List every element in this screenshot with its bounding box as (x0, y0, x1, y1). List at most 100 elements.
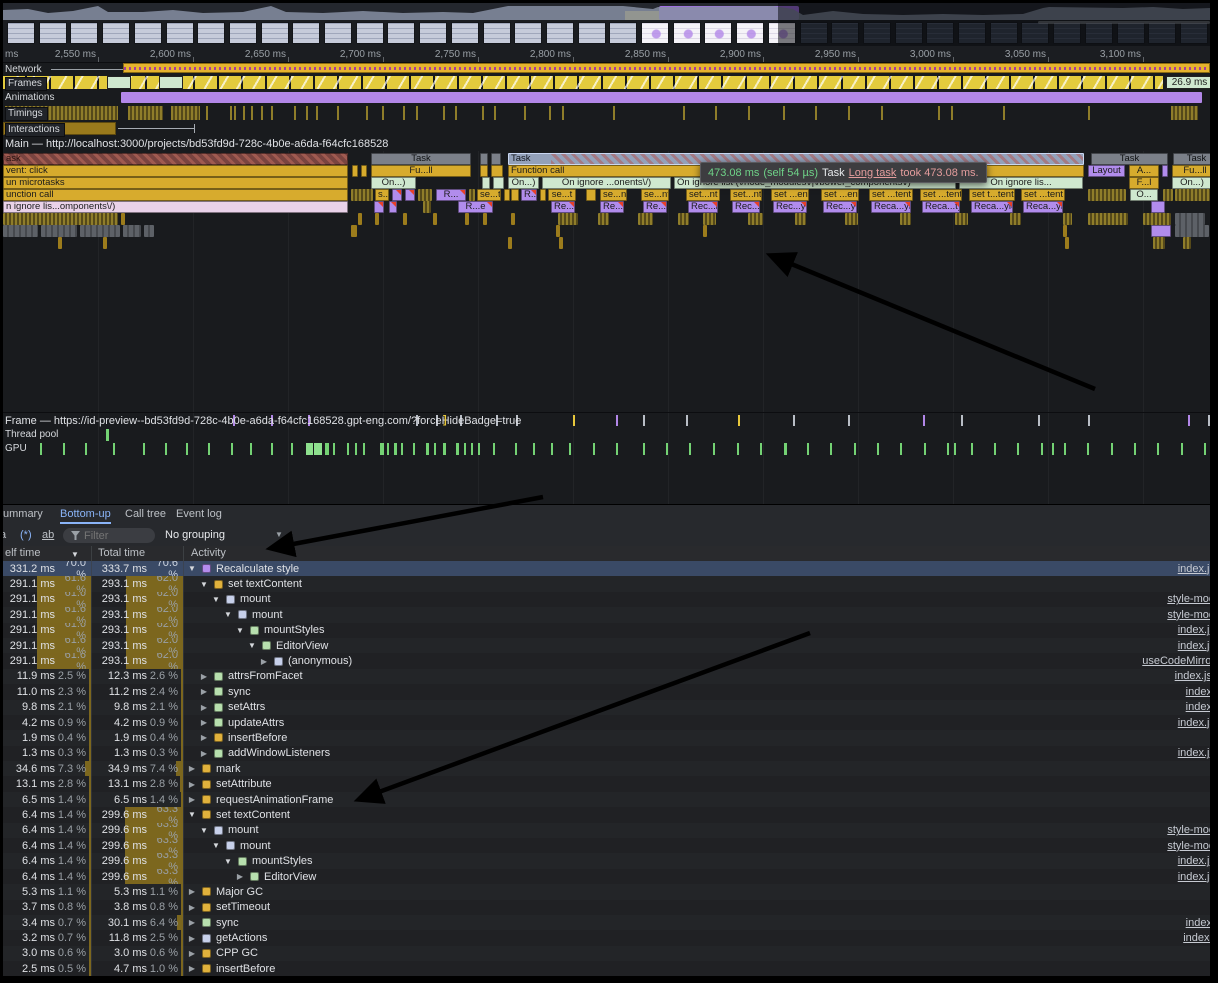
flame-segment[interactable] (403, 213, 407, 225)
screenshot-thumbnail[interactable] (483, 22, 511, 44)
flame-segment[interactable]: Re...le (600, 201, 624, 213)
flame-segment[interactable]: Task (1091, 153, 1168, 165)
table-row[interactable]: 6.4 ms1.4 %299.6 ms63.3 %▼mountstyle-mod (3, 838, 1210, 853)
column-total-time[interactable]: Total time (98, 547, 145, 559)
screenshot-thumbnail[interactable] (324, 22, 352, 44)
flame-segment[interactable]: set...nt (730, 189, 762, 201)
table-row[interactable]: 4.2 ms0.9 %4.2 ms0.9 %▶updateAttrsindex.… (3, 715, 1210, 730)
flame-segment[interactable]: On...) (1172, 177, 1210, 189)
flame-segment[interactable] (955, 213, 968, 225)
screenshot-thumbnail[interactable] (70, 22, 98, 44)
caret-collapsed-icon[interactable]: ▶ (199, 733, 209, 742)
source-link[interactable]: index. (1186, 686, 1210, 698)
flame-segment[interactable]: se...t (548, 189, 576, 201)
flame-segment[interactable] (558, 213, 578, 225)
flame-segment[interactable] (103, 237, 107, 249)
screenshot-thumbnail[interactable] (736, 22, 764, 44)
flame-segment[interactable] (418, 189, 432, 201)
caret-collapsed-icon[interactable]: ▶ (187, 764, 197, 773)
screenshot-thumbnail[interactable] (166, 22, 194, 44)
caret-expanded-icon[interactable]: ▼ (211, 595, 221, 604)
source-link[interactable]: index.j (1183, 932, 1210, 944)
source-link[interactable]: index.js: (1175, 670, 1210, 682)
flame-segment[interactable] (1151, 201, 1165, 213)
table-row[interactable]: 291.1 ms61.6 %293.1 ms62.0 %▶(anonymous)… (3, 653, 1210, 668)
flame-segment[interactable]: Reca...yle (871, 201, 911, 213)
flame-segment[interactable] (1010, 213, 1021, 225)
source-link[interactable]: style-mod (1167, 609, 1210, 621)
flame-segment[interactable] (1175, 213, 1205, 225)
screenshot-thumbnail[interactable] (102, 22, 130, 44)
flame-segment[interactable]: n ignore lis...omponents\/) (3, 201, 348, 213)
flame-segment[interactable]: O... (1130, 189, 1158, 201)
network-requests-bar[interactable] (123, 63, 1210, 73)
flame-segment[interactable] (1162, 165, 1168, 177)
flame-segment[interactable]: vent: click (3, 165, 348, 177)
flame-segment[interactable] (491, 165, 503, 177)
source-link[interactable]: index.js (1178, 855, 1210, 867)
flame-segment[interactable]: unction call (3, 189, 348, 201)
caret-expanded-icon[interactable]: ▼ (199, 580, 209, 589)
caret-collapsed-icon[interactable]: ▶ (187, 887, 197, 896)
flame-segment[interactable] (465, 213, 469, 225)
screenshot-thumbnail[interactable] (356, 22, 384, 44)
caret-expanded-icon[interactable]: ▼ (187, 564, 197, 573)
flame-segment[interactable] (375, 213, 379, 225)
table-row[interactable]: 6.4 ms1.4 %299.6 ms63.3 %▶EditorViewinde… (3, 869, 1210, 884)
filter-input[interactable] (84, 530, 144, 542)
caret-expanded-icon[interactable]: ▼ (223, 610, 233, 619)
flame-segment[interactable] (491, 153, 501, 165)
main-thread-header[interactable]: Main — http://localhost:3000/projects/bd… (3, 137, 1210, 151)
flame-segment[interactable]: R... (521, 189, 537, 201)
flame-segment[interactable] (405, 189, 415, 201)
flame-segment[interactable] (1063, 213, 1072, 225)
flame-segment[interactable]: On ignore ...onents\/) (542, 177, 671, 189)
flame-segment[interactable] (423, 201, 431, 213)
flame-segment[interactable]: Reca...yle (1023, 201, 1063, 213)
flame-segment[interactable] (1063, 225, 1067, 237)
caret-collapsed-icon[interactable]: ▶ (187, 934, 197, 943)
screenshot-thumbnail[interactable] (419, 22, 447, 44)
flame-segment[interactable] (1153, 237, 1165, 249)
flame-segment[interactable] (351, 225, 357, 237)
screenshot-thumbnail[interactable] (514, 22, 542, 44)
table-row[interactable]: 291.1 ms61.6 %293.1 ms62.0 %▼set textCon… (3, 576, 1210, 591)
table-row[interactable]: 291.1 ms61.6 %293.1 ms62.0 %▼mountstyle-… (3, 592, 1210, 607)
source-link[interactable]: style-mod (1167, 824, 1210, 836)
caret-collapsed-icon[interactable]: ▶ (187, 903, 197, 912)
regex-button[interactable]: (*) (20, 529, 32, 541)
flame-segment[interactable]: se...t (477, 189, 501, 201)
source-link[interactable]: style-mod (1167, 593, 1210, 605)
tab-bottom-up[interactable]: Bottom-up (60, 508, 111, 520)
flame-segment[interactable]: Re...le (643, 201, 667, 213)
source-link[interactable]: index. (1186, 917, 1210, 929)
whole-word-button[interactable]: ab (42, 529, 54, 541)
caret-expanded-icon[interactable]: ▼ (187, 810, 197, 819)
table-row[interactable]: 1.9 ms0.4 %1.9 ms0.4 %▶insertBefore (3, 730, 1210, 745)
flame-segment[interactable] (1143, 213, 1171, 225)
flame-segment[interactable]: A... (1129, 165, 1159, 177)
table-row[interactable]: 11.0 ms2.3 %11.2 ms2.4 %▶syncindex. (3, 684, 1210, 699)
source-link[interactable]: index.js (1178, 747, 1210, 759)
flame-segment[interactable] (1163, 189, 1173, 201)
screenshot-thumbnail[interactable] (197, 22, 225, 44)
caret-expanded-icon[interactable]: ▼ (247, 641, 257, 650)
flame-segment[interactable]: Rec...le (688, 201, 718, 213)
good-frame-segment[interactable] (107, 76, 131, 89)
screenshot-thumbnail[interactable] (704, 22, 732, 44)
flame-segment[interactable] (480, 165, 488, 177)
flame-segment[interactable] (121, 213, 125, 225)
flame-segment[interactable] (586, 189, 596, 201)
source-link[interactable]: index.js (1178, 640, 1210, 652)
flame-segment[interactable]: s..t (375, 189, 389, 201)
screenshot-thumbnail[interactable] (641, 22, 669, 44)
flame-segment[interactable] (480, 153, 488, 165)
flame-segment[interactable] (123, 225, 141, 237)
flame-segment[interactable]: Reca...yle (971, 201, 1013, 213)
table-row[interactable]: 3.4 ms0.7 %30.1 ms6.4 %▶syncindex. (3, 915, 1210, 930)
caret-collapsed-icon[interactable]: ▶ (187, 918, 197, 927)
flame-segment[interactable]: set ...tent (920, 189, 962, 201)
caret-expanded-icon[interactable]: ▼ (223, 857, 233, 866)
flame-segment[interactable]: Fu...ll (371, 165, 471, 177)
flame-segment[interactable]: set...nt (686, 189, 720, 201)
